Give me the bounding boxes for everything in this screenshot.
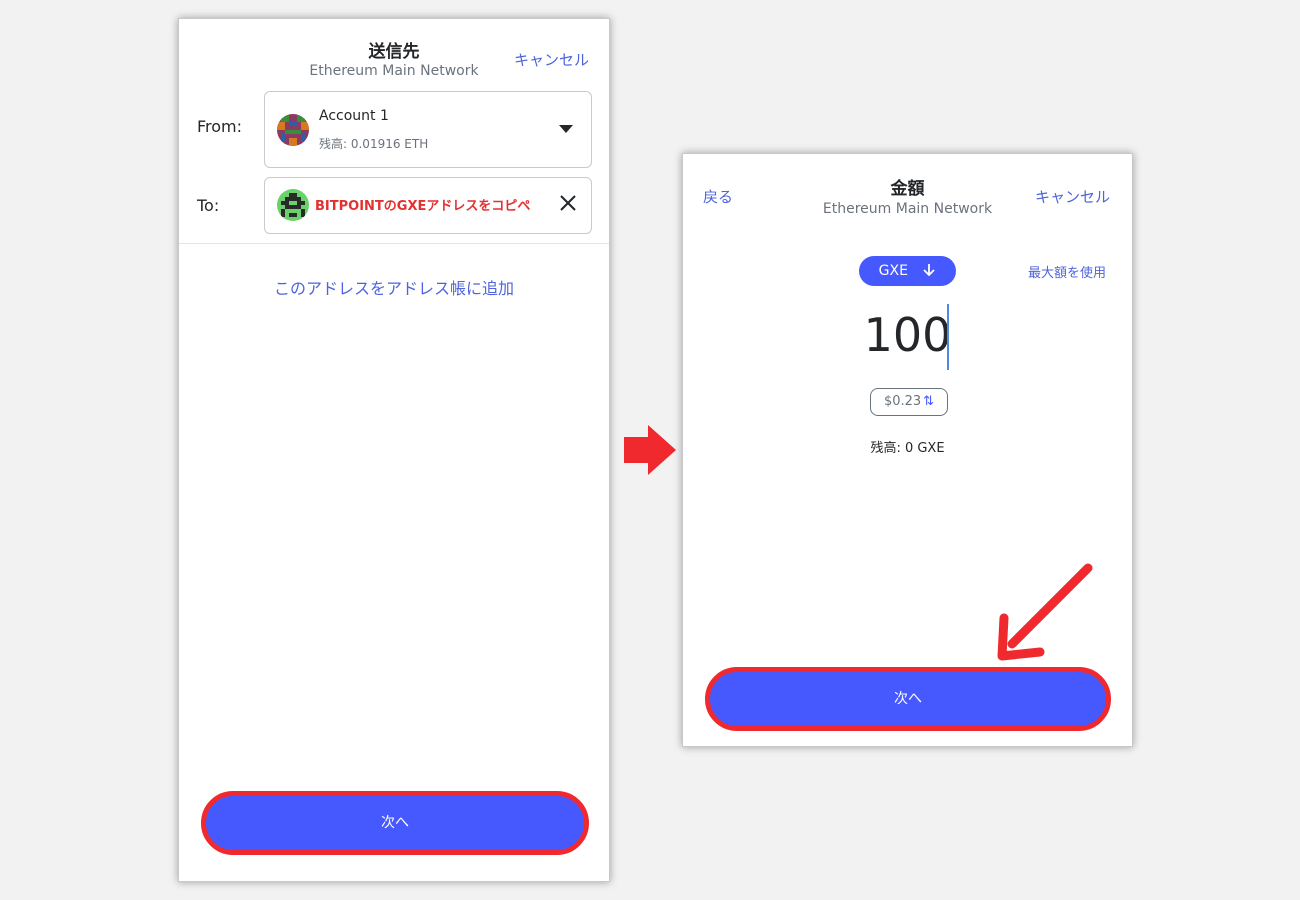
right-arrow-icon bbox=[624, 425, 676, 475]
cancel-button[interactable]: キャンセル bbox=[514, 49, 589, 70]
send-to-panel: 送信先 Ethereum Main Network キャンセル From: Ac… bbox=[178, 18, 610, 882]
from-account-select[interactable]: Account 1 残高: 0.01916 ETH bbox=[264, 91, 592, 168]
add-to-address-book-link[interactable]: このアドレスをアドレス帳に追加 bbox=[179, 275, 609, 299]
next-button[interactable]: 次へ bbox=[201, 791, 589, 855]
divider bbox=[179, 243, 609, 244]
token-balance: 残高: 0 GXE bbox=[870, 441, 945, 456]
text-cursor bbox=[947, 304, 949, 370]
account-avatar bbox=[277, 114, 309, 146]
account-balance: 残高: 0.01916 ETH bbox=[319, 137, 429, 151]
caret-down-icon bbox=[559, 125, 573, 133]
to-address-field[interactable]: BITPOINTのGXEアドレスをコピペ bbox=[264, 177, 592, 234]
to-label: To: bbox=[197, 196, 220, 215]
use-max-button[interactable]: 最大額を使用 bbox=[1028, 262, 1106, 281]
next-button[interactable]: 次へ bbox=[705, 667, 1111, 731]
arrow-down-icon bbox=[923, 264, 936, 277]
token-symbol: GXE bbox=[878, 263, 908, 279]
token-select-button[interactable]: GXE bbox=[859, 256, 956, 286]
swap-icon: ⇅ bbox=[923, 394, 935, 409]
amount-input[interactable]: 100 bbox=[683, 308, 1132, 362]
cancel-button[interactable]: キャンセル bbox=[1035, 186, 1110, 207]
fiat-value: $0.23 bbox=[883, 394, 922, 409]
fiat-conversion-toggle[interactable]: $0.23 ⇅ bbox=[870, 388, 948, 416]
recipient-address: BITPOINTのGXEアドレスをコピペ bbox=[315, 199, 531, 214]
diagonal-arrow-icon bbox=[997, 563, 1093, 661]
recipient-avatar bbox=[277, 189, 309, 221]
close-icon[interactable] bbox=[557, 192, 579, 214]
from-label: From: bbox=[197, 117, 243, 136]
account-name: Account 1 bbox=[319, 108, 389, 124]
